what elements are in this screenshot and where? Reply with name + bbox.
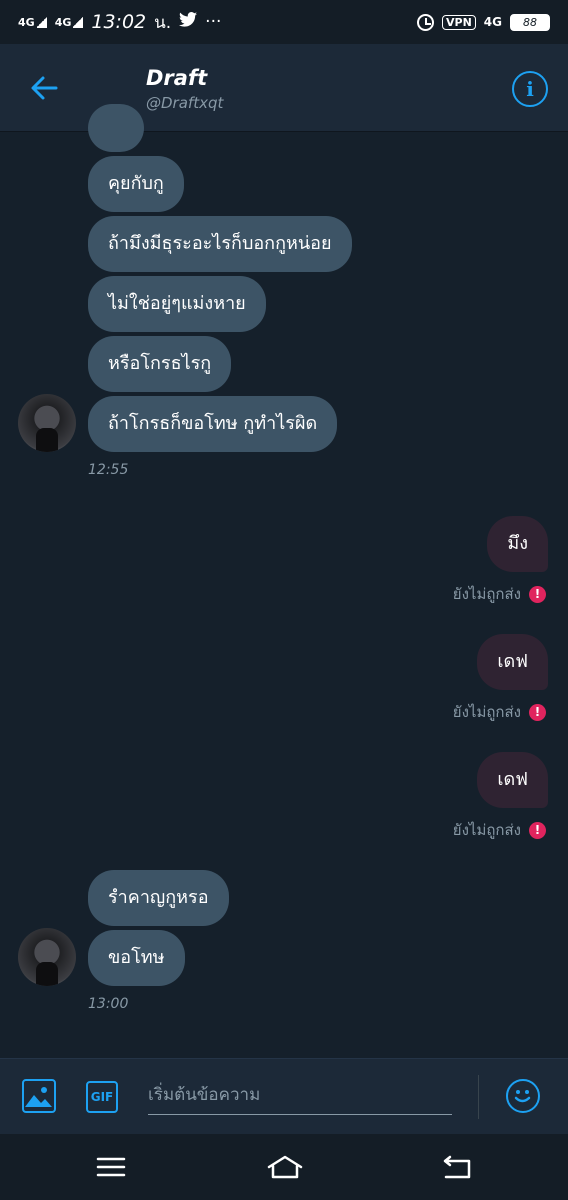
- sender-avatar[interactable]: [18, 394, 76, 452]
- message-bubble-incoming[interactable]: คุยกับกู: [88, 156, 184, 212]
- twitter-notification-icon: [179, 12, 198, 32]
- network-indicator: 4G: [483, 15, 502, 29]
- vpn-badge: VPN: [442, 14, 476, 30]
- alarm-icon: [417, 13, 435, 31]
- message-bubble-incoming[interactable]: ถ้าโกรธก็ขอโทษ กูทำไรผิด: [88, 396, 338, 452]
- conversation-handle: @Draftxqt: [146, 94, 224, 112]
- status-left: 4G 4G 13:02 น. ···: [18, 9, 221, 36]
- system-navigation-bar: [0, 1134, 568, 1200]
- message-composer: GIF: [0, 1058, 568, 1134]
- back-button[interactable]: [28, 72, 60, 104]
- time-suffix: น.: [154, 12, 172, 33]
- battery-indicator: 88: [510, 13, 550, 31]
- return-icon: [443, 1155, 471, 1179]
- home-icon: [267, 1155, 303, 1179]
- menu-icon: [96, 1157, 126, 1177]
- emoji-button[interactable]: [506, 1079, 540, 1113]
- message-timestamp: 13:00: [88, 996, 129, 1012]
- unsent-label: ยังไม่ถูกส่ง: [452, 585, 521, 603]
- conversation-title[interactable]: Draft: [146, 66, 207, 90]
- status-right: VPN 4G 88: [417, 13, 550, 31]
- error-icon: !: [529, 821, 546, 839]
- smile-icon: [514, 1090, 531, 1103]
- error-icon: !: [529, 585, 546, 603]
- unsent-label: ยังไม่ถูกส่ง: [452, 821, 521, 839]
- gif-button[interactable]: GIF: [86, 1081, 118, 1113]
- message-timestamp: 12:55: [88, 462, 129, 478]
- signal-1-indicator: 4G: [18, 15, 47, 28]
- signal-2-indicator: 4G: [55, 15, 84, 28]
- unsent-status[interactable]: ยังไม่ถูกส่ง !: [453, 700, 546, 724]
- dm-conversation-screen: 4G 4G 13:02 น. ··· VPN 4G 88 Draft @Draf…: [0, 0, 568, 1200]
- image-button[interactable]: [22, 1079, 56, 1113]
- image-icon: [25, 1087, 52, 1107]
- sender-avatar[interactable]: [18, 928, 76, 986]
- message-bubble-incoming[interactable]: ไม่ใช่อยู่ๆแม่งหาย: [88, 276, 266, 332]
- home-nav-button[interactable]: [266, 1152, 303, 1182]
- unsent-status[interactable]: ยังไม่ถูกส่ง !: [453, 818, 546, 842]
- conversation-header: Draft @Draftxqt i: [0, 44, 568, 132]
- info-icon: i: [526, 77, 534, 101]
- message-bubble-incoming[interactable]: ขอโทษ: [88, 930, 185, 986]
- message-bubble-outgoing[interactable]: เดฟ: [477, 634, 548, 690]
- message-bubble-incoming[interactable]: หรือโกรธไรกู: [88, 336, 232, 392]
- menu-nav-button[interactable]: [94, 1152, 128, 1182]
- message-bubble-incoming[interactable]: ถ้ามึงมีธุระอะไรก็บอกกูหน่อย: [88, 216, 352, 272]
- info-button[interactable]: i: [512, 71, 548, 107]
- message-bubble-incoming[interactable]: รำคาญกูหรอ: [88, 870, 229, 926]
- message-input[interactable]: [148, 1075, 452, 1115]
- message-bubble-cut-off[interactable]: [88, 104, 144, 152]
- gif-icon: GIF: [90, 1090, 114, 1104]
- error-icon: !: [529, 703, 546, 721]
- back-nav-button[interactable]: [440, 1152, 474, 1182]
- more-notifications-icon: ···: [205, 12, 222, 32]
- status-bar: 4G 4G 13:02 น. ··· VPN 4G 88: [0, 0, 568, 44]
- message-bubble-outgoing[interactable]: มึง: [487, 516, 548, 572]
- message-bubble-outgoing[interactable]: เดฟ: [477, 752, 548, 808]
- unsent-label: ยังไม่ถูกส่ง: [452, 703, 521, 721]
- unsent-status[interactable]: ยังไม่ถูกส่ง !: [453, 582, 546, 606]
- arrow-left-icon: [31, 76, 58, 100]
- clock: 13:02: [91, 11, 147, 33]
- composer-divider: [478, 1075, 479, 1119]
